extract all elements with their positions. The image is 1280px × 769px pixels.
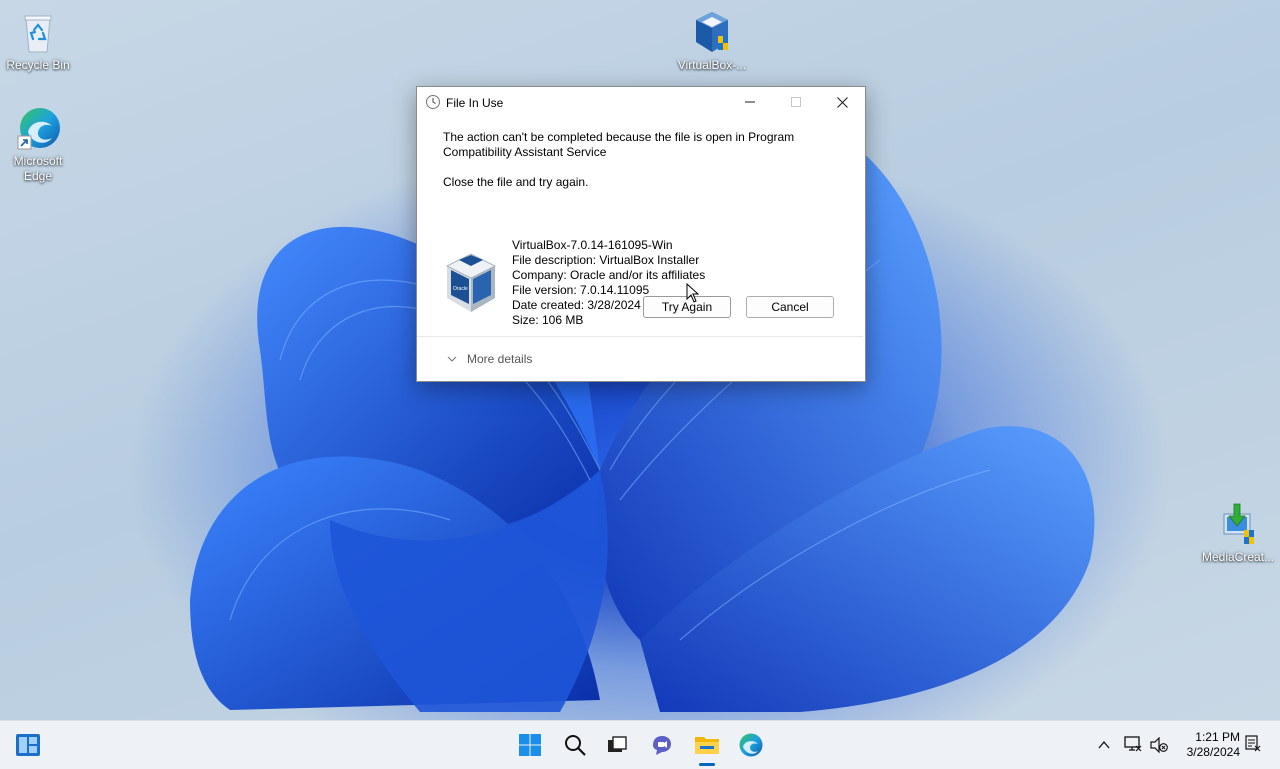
more-details-toggle[interactable]: More details	[417, 336, 863, 381]
desktop-icon-label: MediaCreat...	[1201, 550, 1275, 564]
start-button[interactable]	[516, 731, 544, 759]
instruction-text: Close the file and try again.	[443, 175, 589, 189]
close-icon	[836, 96, 848, 108]
clock[interactable]: 1:21 PM 3/28/2024	[1176, 730, 1240, 760]
notification-icon[interactable]	[1245, 735, 1261, 756]
widgets-button[interactable]	[14, 731, 42, 759]
taskbar: 1:21 PM 3/28/2024	[0, 720, 1280, 769]
file-company: Company: Oracle and/or its affiliates	[512, 268, 706, 282]
dialog-title: File In Use	[446, 96, 504, 110]
virtualbox-installer-icon	[688, 8, 736, 56]
active-app-indicator	[699, 763, 715, 766]
desktop-icon-edge[interactable]: Microsoft Edge	[0, 104, 76, 184]
network-icon[interactable]	[1124, 736, 1142, 755]
task-view-icon	[608, 736, 627, 752]
edge-taskbar-button[interactable]	[737, 731, 765, 759]
mouse-cursor	[686, 283, 700, 303]
minimize-button[interactable]	[727, 87, 773, 117]
file-description: File description: VirtualBox Installer	[512, 253, 700, 267]
clock-icon	[425, 94, 441, 110]
task-view-button[interactable]	[603, 731, 631, 759]
more-details-label: More details	[467, 352, 533, 366]
start-icon	[519, 734, 541, 756]
chat-button[interactable]	[648, 731, 676, 759]
minimize-icon	[745, 101, 755, 103]
search-icon	[565, 735, 586, 756]
chevron-up-icon[interactable]	[1098, 739, 1110, 753]
desktop-icon-label: Recycle Bin	[6, 58, 70, 72]
maximize-button	[773, 87, 819, 117]
close-button[interactable]	[819, 87, 865, 117]
virtualbox-file-icon: Oracle	[443, 252, 501, 314]
svg-text:Oracle: Oracle	[453, 286, 468, 292]
search-button[interactable]	[561, 731, 589, 759]
dialog-body: The action can't be completed because th…	[443, 130, 843, 327]
desktop-icon-label: VirtualBox-...	[677, 58, 747, 72]
desktop-icon-recycle-bin[interactable]: Recycle Bin	[0, 8, 76, 73]
media-creation-tool-icon	[1214, 500, 1262, 548]
recycle-bin-icon	[14, 8, 62, 56]
cancel-button[interactable]: Cancel	[746, 296, 834, 318]
file-explorer-icon	[695, 737, 719, 754]
chat-icon	[653, 736, 671, 755]
file-explorer-button[interactable]	[693, 731, 721, 759]
file-name: VirtualBox-7.0.14-161095-Win	[512, 238, 673, 252]
desktop-icon-mediacreation[interactable]: MediaCreat...	[1200, 500, 1276, 565]
chevron-down-icon	[447, 353, 457, 367]
widgets-icon	[16, 734, 40, 756]
desktop-icon-virtualbox[interactable]: VirtualBox-...	[674, 8, 750, 73]
file-in-use-dialog: File In Use The action can't be complete…	[416, 86, 866, 382]
desktop-icon-label: Microsoft Edge	[13, 154, 63, 183]
volume-muted-icon[interactable]	[1150, 736, 1168, 756]
clock-time: 1:21 PM	[1195, 730, 1240, 744]
dialog-titlebar[interactable]: File In Use	[417, 87, 865, 117]
error-message: The action can't be completed because th…	[443, 130, 795, 159]
maximize-icon	[791, 97, 801, 107]
clock-date: 3/28/2024	[1186, 745, 1240, 759]
edge-icon	[739, 733, 763, 757]
edge-icon	[14, 104, 62, 152]
